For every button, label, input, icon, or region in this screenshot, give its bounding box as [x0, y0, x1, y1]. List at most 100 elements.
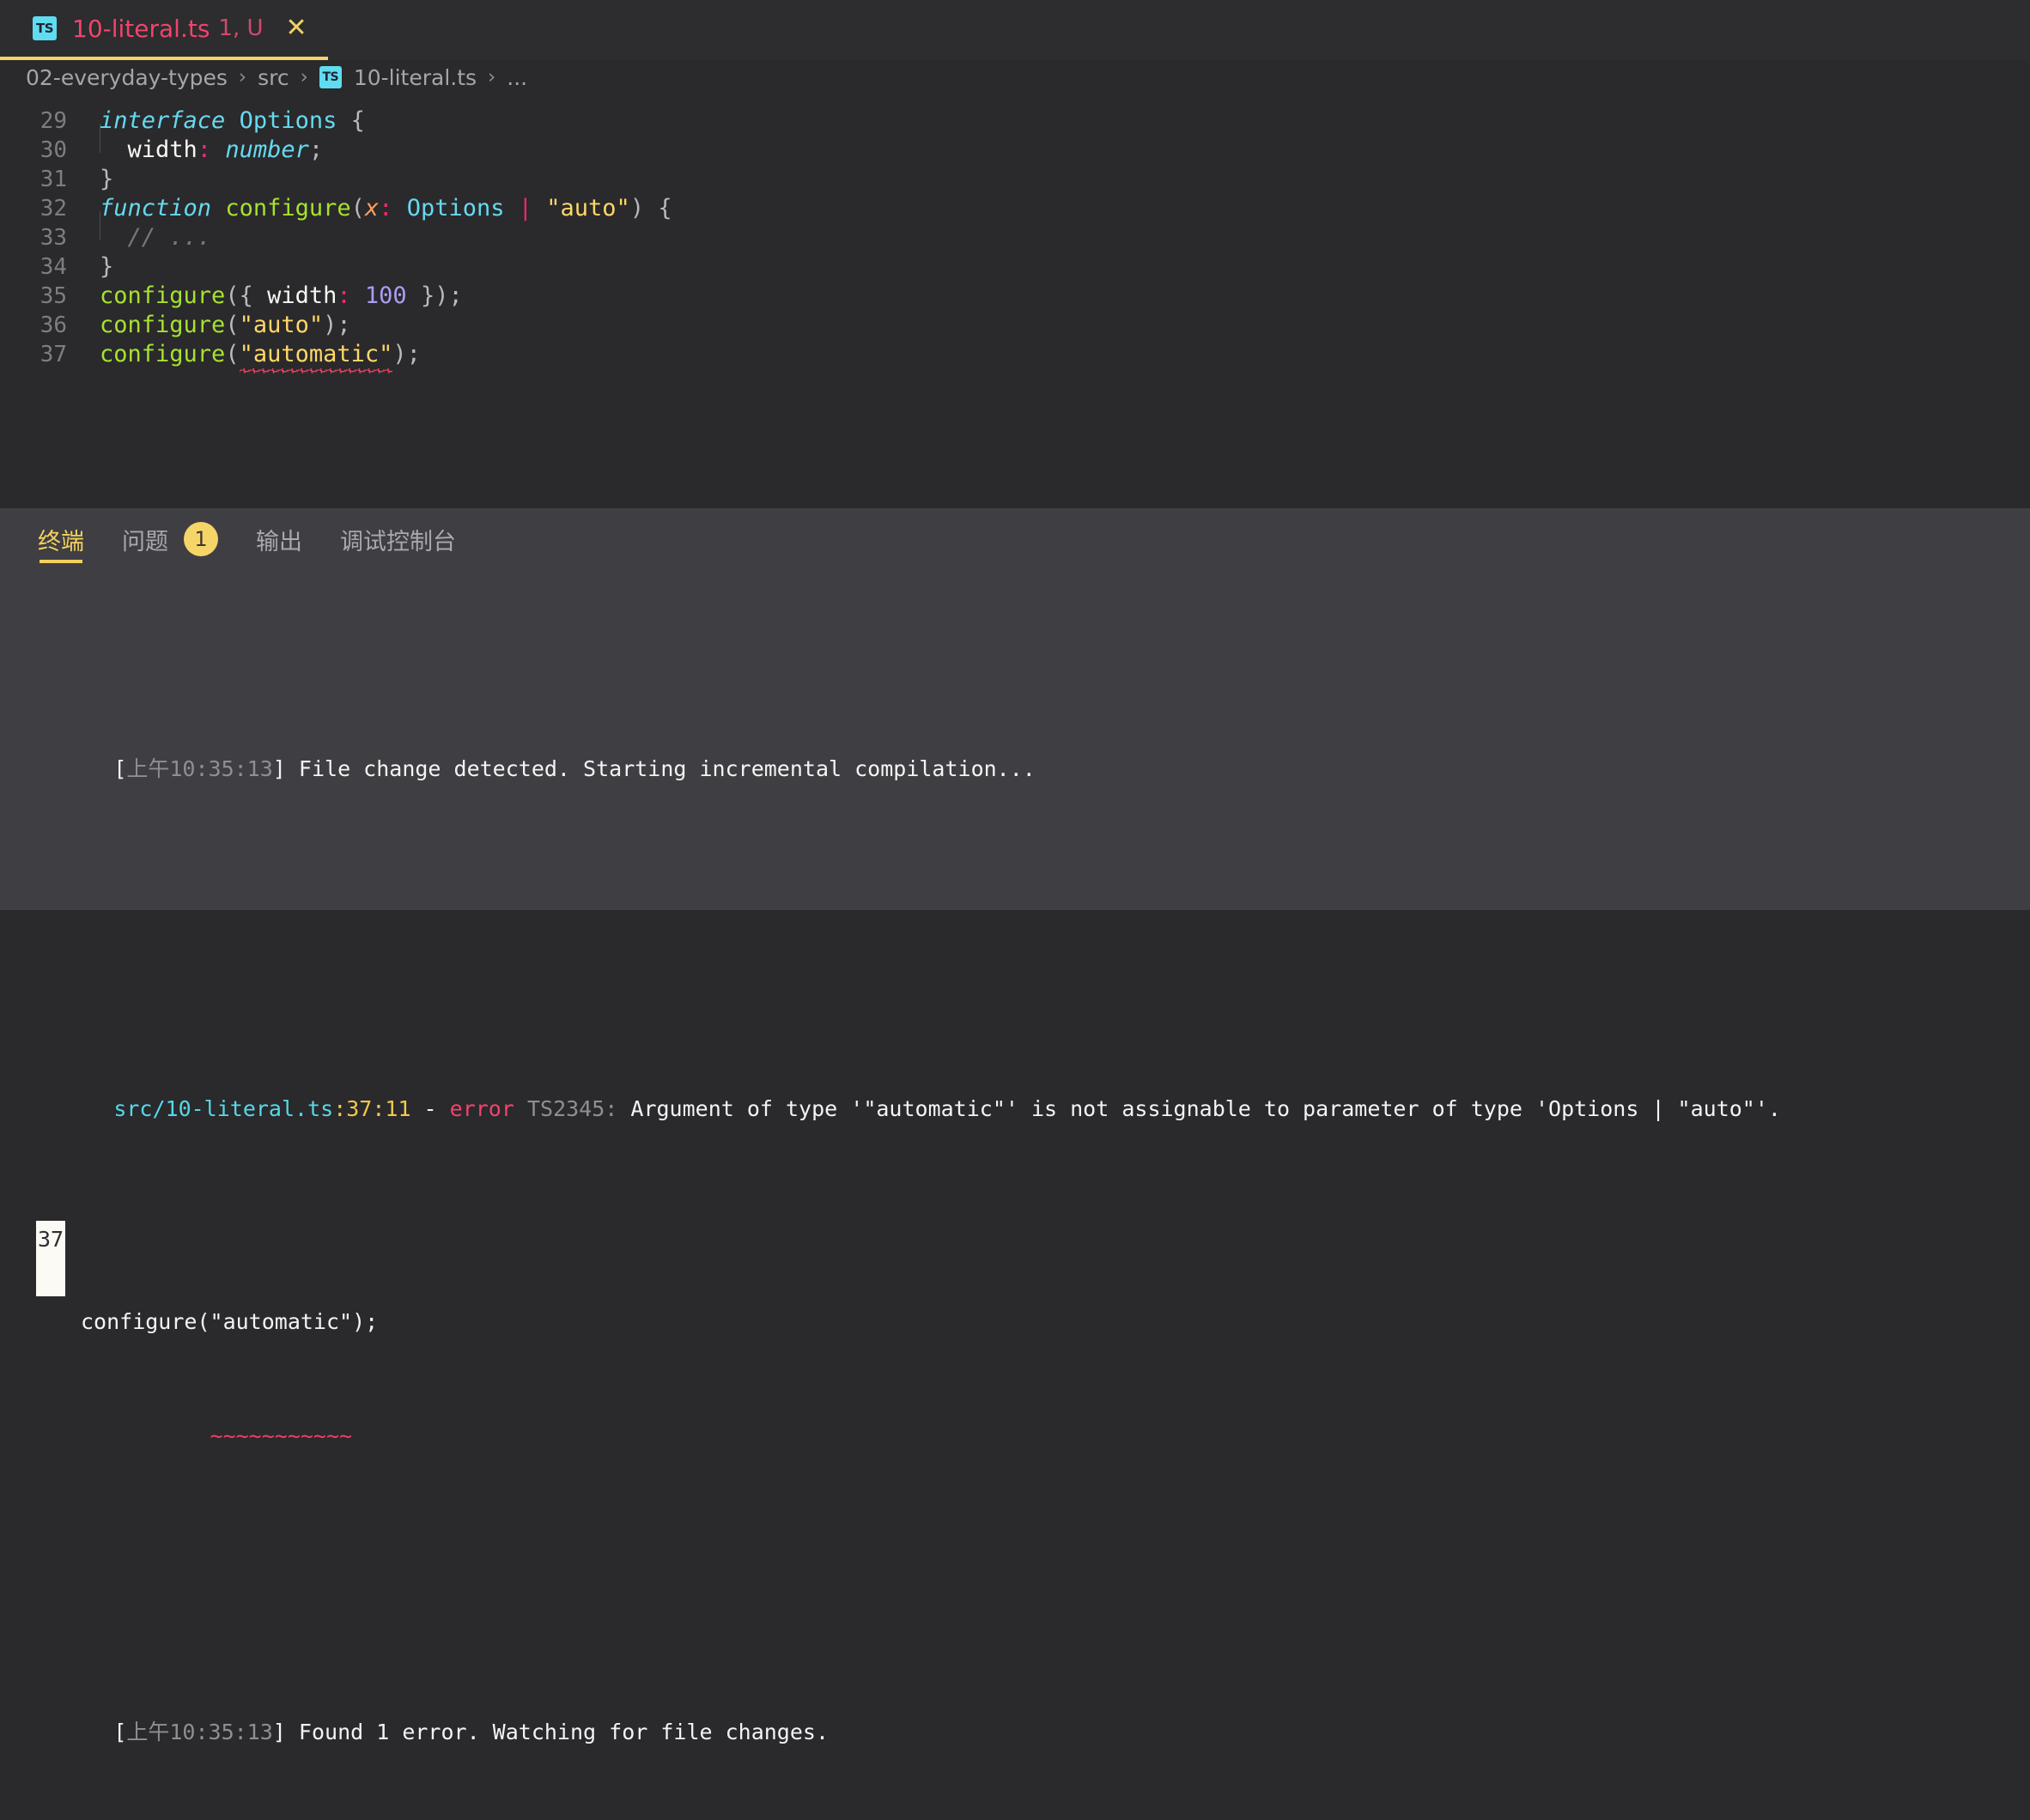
editor-tab-bar: TS 10-literal.ts 1, U ✕: [0, 0, 2030, 60]
code-token-kw: function: [100, 195, 212, 221]
chevron-right-icon: ›: [300, 66, 308, 88]
code-token-param: x: [364, 195, 380, 221]
panel-tab-2[interactable]: 输出: [256, 508, 302, 570]
code-line[interactable]: 31}: [0, 165, 2030, 194]
timestamp: 上午10:35:13: [126, 756, 273, 781]
code-line[interactable]: 35 configure({ width: 100 });: [0, 282, 2030, 311]
line-number: 32: [40, 196, 67, 221]
snippet-squiggle: ~~~~~~~~~~~: [81, 1423, 353, 1448]
code-token-plain: width: [100, 136, 198, 163]
code-token-str: "automatic": [239, 341, 393, 367]
breadcrumb-item-symbols[interactable]: ...: [507, 65, 527, 90]
code-token-str: "auto": [239, 312, 324, 338]
code-line[interactable]: 32 function configure(x: Options | "auto"…: [0, 194, 2030, 223]
code-token-punct: (: [225, 312, 240, 338]
breadcrumb-item-src[interactable]: src: [258, 65, 289, 90]
code-line[interactable]: 37 configure("automatic");: [0, 340, 2030, 373]
tab-status-indicator: 1, U: [218, 15, 264, 41]
code-token-punct: });: [420, 282, 463, 309]
code-token-punct: );: [323, 312, 351, 338]
code-token-cmt: // ...: [100, 224, 212, 251]
panel-tab-1[interactable]: 问题 1: [122, 508, 218, 570]
code-line-text: // ...: [67, 223, 212, 252]
terminal-output[interactable]: [上午10:35:13] File change detected. Start…: [0, 570, 2030, 1820]
breadcrumb-file-label: 10-literal.ts: [353, 64, 477, 90]
code-line-text: function configure(x: Options | "auto") …: [67, 194, 672, 223]
panel-tab-bar: 终端 问题 1 输出 调试控制台: [0, 508, 2030, 570]
panel-tab-3[interactable]: 调试控制台: [340, 508, 456, 570]
panel-tab-label: 问题: [122, 528, 168, 555]
code-token-punct: }: [100, 166, 114, 192]
code-line-text: configure("auto");: [67, 311, 351, 340]
line-number: 33: [40, 225, 67, 251]
bracket-open: [: [113, 1720, 127, 1744]
close-icon[interactable]: ✕: [286, 15, 307, 41]
bracket-open: [: [113, 756, 127, 781]
code-token-punct: ({: [225, 282, 253, 309]
code-line-text: configure("automatic");: [67, 340, 421, 373]
terminal-line-compilation: [上午10:35:13] File change detected. Start…: [36, 707, 2030, 781]
code-token-num: 100: [364, 282, 407, 309]
bracket-close: ]: [272, 756, 286, 781]
tab-filename: 10-literal.ts: [72, 14, 210, 43]
code-token-fn: configure: [100, 282, 226, 309]
code-token-punct: ;: [308, 136, 324, 163]
typescript-file-icon: TS: [33, 16, 57, 40]
code-token-punct: (: [350, 195, 365, 221]
line-number: 37: [40, 342, 67, 367]
timestamp: 上午10:35:13: [126, 1720, 273, 1744]
code-token-kw: number: [225, 136, 309, 163]
error-position: :37:11: [333, 1096, 411, 1121]
code-token-punct: );: [392, 341, 421, 367]
code-token-str: "auto": [546, 195, 630, 221]
breadcrumb-item-folder[interactable]: 02-everyday-types: [26, 65, 228, 90]
snippet-line-number: 37: [36, 1221, 65, 1296]
bracket-close: ]: [272, 1720, 286, 1744]
panel-tab-label: 输出: [256, 528, 302, 555]
code-token-op: |: [518, 195, 533, 221]
terminal-line-error: src/10-literal.ts:37:11 - error TS2345: …: [36, 1047, 2030, 1121]
error-code-snippet: 37 configure("automatic"); ~~~~~~~~~~~: [36, 1221, 2030, 1532]
line-number: 36: [40, 312, 67, 338]
panel-tab-label: 调试控制台: [340, 528, 456, 555]
breadcrumb-item-file[interactable]: TS 10-literal.ts: [319, 65, 477, 90]
code-token-op: :: [337, 282, 351, 309]
code-line[interactable]: 33 // ...: [0, 223, 2030, 252]
code-token-fn: configure: [225, 195, 351, 221]
code-line[interactable]: 30 width: number;: [0, 136, 2030, 165]
code-token-punct: }: [100, 253, 114, 280]
code-token-plain: width: [252, 282, 337, 309]
line-number: 31: [40, 167, 67, 192]
error-code: TS2345:: [514, 1096, 631, 1121]
panel-tab-0[interactable]: 终端: [38, 508, 84, 570]
error-dash: -: [410, 1096, 450, 1121]
code-line[interactable]: 36 configure("auto");: [0, 311, 2030, 340]
error-severity: error: [449, 1096, 514, 1121]
terminal-line-found-errors: [上午10:35:13] Found 1 error. Watching for…: [36, 1671, 2030, 1744]
error-message: Argument of type '"automatic"' is not as…: [630, 1096, 1781, 1121]
code-token-op: :: [379, 195, 393, 221]
line-number: 29: [40, 108, 67, 134]
code-token-punct: {: [350, 107, 365, 134]
code-editor[interactable]: 29 interface Options {30 width: number; 31…: [0, 94, 2030, 508]
code-token-op: :: [197, 136, 212, 163]
code-token-fn: configure: [100, 312, 226, 338]
code-line[interactable]: 34}: [0, 252, 2030, 282]
terminal-message: Found 1 error. Watching for file changes…: [285, 1720, 830, 1744]
code-line[interactable]: 29 interface Options {: [0, 106, 2030, 136]
error-file-path[interactable]: src/10-literal.ts: [113, 1096, 333, 1121]
line-number: 35: [40, 283, 67, 309]
chevron-right-icon: ›: [238, 66, 247, 88]
editor-tab-10-literal-ts[interactable]: TS 10-literal.ts 1, U ✕: [0, 0, 328, 60]
error-squiggle-underline: "automatic": [239, 340, 393, 373]
line-number: 34: [40, 254, 67, 280]
typescript-file-icon: TS: [319, 66, 342, 88]
